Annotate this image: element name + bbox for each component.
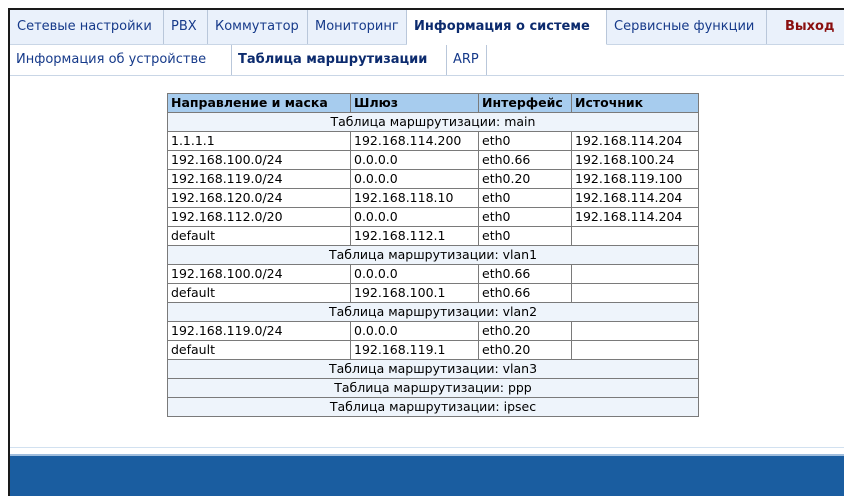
table-section-row: Таблица маршрутизации: vlan2 xyxy=(167,302,699,322)
cell-gateway: 0.0.0.0 xyxy=(350,207,479,227)
cell-destination: default xyxy=(167,283,351,303)
cell-interface: eth0 xyxy=(478,226,572,246)
sub-navigation: Информация об устройстве Таблица маршрут… xyxy=(10,45,844,76)
table-section-row: Таблица маршрутизации: ppp xyxy=(167,378,699,398)
section-title: Таблица маршрутизации: ipsec xyxy=(167,397,699,417)
footer-band xyxy=(10,456,844,496)
column-header-destination: Направление и маска xyxy=(167,93,351,113)
section-title: Таблица маршрутизации: main xyxy=(167,112,699,132)
table-row: 192.168.112.0/20 0.0.0.0 eth0 192.168.114.2… xyxy=(167,207,699,227)
table-section-row: Таблица маршрутизации: ipsec xyxy=(167,397,699,417)
table-row: 192.168.120.0/24 192.168.118.10 eth0 192.16… xyxy=(167,188,699,208)
table-row: default 192.168.100.1 eth0.66 xyxy=(167,283,699,303)
cell-destination: 192.168.119.0/24 xyxy=(167,169,351,189)
table-row: default 192.168.112.1 eth0 xyxy=(167,226,699,246)
subtab-routing-table[interactable]: Таблица маршрутизации xyxy=(232,45,447,75)
cell-source xyxy=(571,264,699,284)
subtab-device-info[interactable]: Информация об устройстве xyxy=(10,45,232,75)
cell-destination: default xyxy=(167,226,351,246)
cell-interface: eth0.66 xyxy=(478,150,572,170)
cell-gateway: 192.168.112.1 xyxy=(350,226,479,246)
cell-interface: eth0 xyxy=(478,207,572,227)
section-title: Таблица маршрутизации: vlan3 xyxy=(167,359,699,379)
cell-interface: eth0 xyxy=(478,188,572,208)
cell-source: 192.168.114.204 xyxy=(571,207,699,227)
table-row: 192.168.119.0/24 0.0.0.0 eth0.20 192.168.11… xyxy=(167,169,699,189)
tab-pbx[interactable]: PBX xyxy=(164,10,208,44)
tab-service-functions[interactable]: Сервисные функции xyxy=(607,10,767,44)
logout-button[interactable]: Выход xyxy=(778,10,844,44)
cell-interface: eth0 xyxy=(478,131,572,151)
cell-gateway: 192.168.119.1 xyxy=(350,340,479,360)
cell-source xyxy=(571,226,699,246)
cell-destination: 192.168.120.0/24 xyxy=(167,188,351,208)
table-row: 192.168.119.0/24 0.0.0.0 eth0.20 xyxy=(167,321,699,341)
cell-destination: 192.168.100.0/24 xyxy=(167,264,351,284)
cell-destination: 192.168.100.0/24 xyxy=(167,150,351,170)
subtab-arp[interactable]: ARP xyxy=(447,45,487,75)
section-title: Таблица маршрутизации: vlan1 xyxy=(167,245,699,265)
cell-destination: default xyxy=(167,340,351,360)
table-row: default 192.168.119.1 eth0.20 xyxy=(167,340,699,360)
cell-gateway: 0.0.0.0 xyxy=(350,150,479,170)
cell-source xyxy=(571,283,699,303)
cell-interface: eth0.66 xyxy=(478,283,572,303)
table-section-row: Таблица маршрутизации: vlan3 xyxy=(167,359,699,379)
column-header-source: Источник xyxy=(571,93,699,113)
cell-gateway: 192.168.114.200 xyxy=(350,131,479,151)
tab-monitoring[interactable]: Мониторинг xyxy=(308,10,407,44)
tab-switch[interactable]: Коммутатор xyxy=(208,10,308,44)
routing-table: Направление и маска Шлюз Интерфейс Источ… xyxy=(167,93,699,417)
routing-table-body: Таблица маршрутизации: main 1.1.1.1 192.16… xyxy=(167,112,699,417)
cell-interface: eth0.20 xyxy=(478,321,572,341)
cell-gateway: 192.168.100.1 xyxy=(350,283,479,303)
tab-network-settings[interactable]: Сетевые настройки xyxy=(10,10,164,44)
table-section-row: Таблица маршрутизации: vlan1 xyxy=(167,245,699,265)
cell-destination: 192.168.119.0/24 xyxy=(167,321,351,341)
table-row: 1.1.1.1 192.168.114.200 eth0 192.168.114.20… xyxy=(167,131,699,151)
table-section-row: Таблица маршрутизации: main xyxy=(167,112,699,132)
app-frame: Сетевые настройки PBX Коммутатор Монитор… xyxy=(8,8,844,496)
cell-source: 192.168.100.24 xyxy=(571,150,699,170)
cell-interface: eth0.20 xyxy=(478,340,572,360)
cell-gateway: 192.168.118.10 xyxy=(350,188,479,208)
tab-system-info[interactable]: Информация о системе xyxy=(407,10,607,45)
cell-gateway: 0.0.0.0 xyxy=(350,264,479,284)
table-row: 192.168.100.0/24 0.0.0.0 eth0.66 192.168.10… xyxy=(167,150,699,170)
cell-source: 192.168.119.100 xyxy=(571,169,699,189)
cell-interface: eth0.20 xyxy=(478,169,572,189)
column-header-gateway: Шлюз xyxy=(350,93,479,113)
cell-interface: eth0.66 xyxy=(478,264,572,284)
cell-source: 192.168.114.204 xyxy=(571,188,699,208)
cell-destination: 192.168.112.0/20 xyxy=(167,207,351,227)
cell-gateway: 0.0.0.0 xyxy=(350,169,479,189)
table-header-row: Направление и маска Шлюз Интерфейс Источ… xyxy=(167,93,699,113)
table-row: 192.168.100.0/24 0.0.0.0 eth0.66 xyxy=(167,264,699,284)
cell-source xyxy=(571,340,699,360)
cell-destination: 1.1.1.1 xyxy=(167,131,351,151)
top-navigation: Сетевые настройки PBX Коммутатор Монитор… xyxy=(10,10,844,45)
cell-source: 192.168.114.204 xyxy=(571,131,699,151)
column-header-interface: Интерфейс xyxy=(478,93,572,113)
cell-source xyxy=(571,321,699,341)
footer-divider-light xyxy=(10,447,844,448)
section-title: Таблица маршрутизации: vlan2 xyxy=(167,302,699,322)
cell-gateway: 0.0.0.0 xyxy=(350,321,479,341)
section-title: Таблица маршрутизации: ppp xyxy=(167,378,699,398)
